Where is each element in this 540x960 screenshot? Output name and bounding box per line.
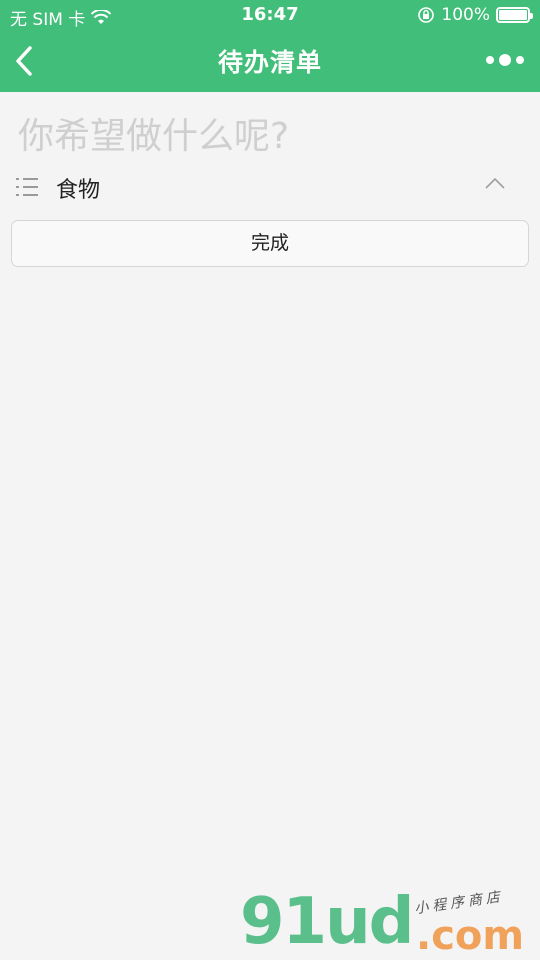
rotation-lock-icon [418,7,435,23]
category-row[interactable]: 食物 [0,166,540,210]
navigation-bar: 待办清单 [0,32,540,92]
todo-input[interactable] [18,112,518,160]
battery-icon [496,7,533,23]
header-bar: 无 SIM 卡 16:47 100% 待办清单 [0,0,540,92]
battery-percent: 100% [441,5,490,25]
status-right: 100% [417,5,533,25]
page-title: 待办清单 [217,48,322,77]
watermark-logo: 91ud 小程序商店 .com [240,885,540,960]
chevron-up-icon[interactable] [484,176,506,190]
watermark-com-text: .com [416,913,525,959]
more-options-icon[interactable] [486,54,524,66]
list-icon [16,178,40,196]
done-button[interactable]: 完成 [11,220,529,267]
watermark-main-text: 91ud [240,885,414,959]
category-label: 食物 [56,178,101,203]
status-bar: 无 SIM 卡 16:47 100% [0,0,540,32]
